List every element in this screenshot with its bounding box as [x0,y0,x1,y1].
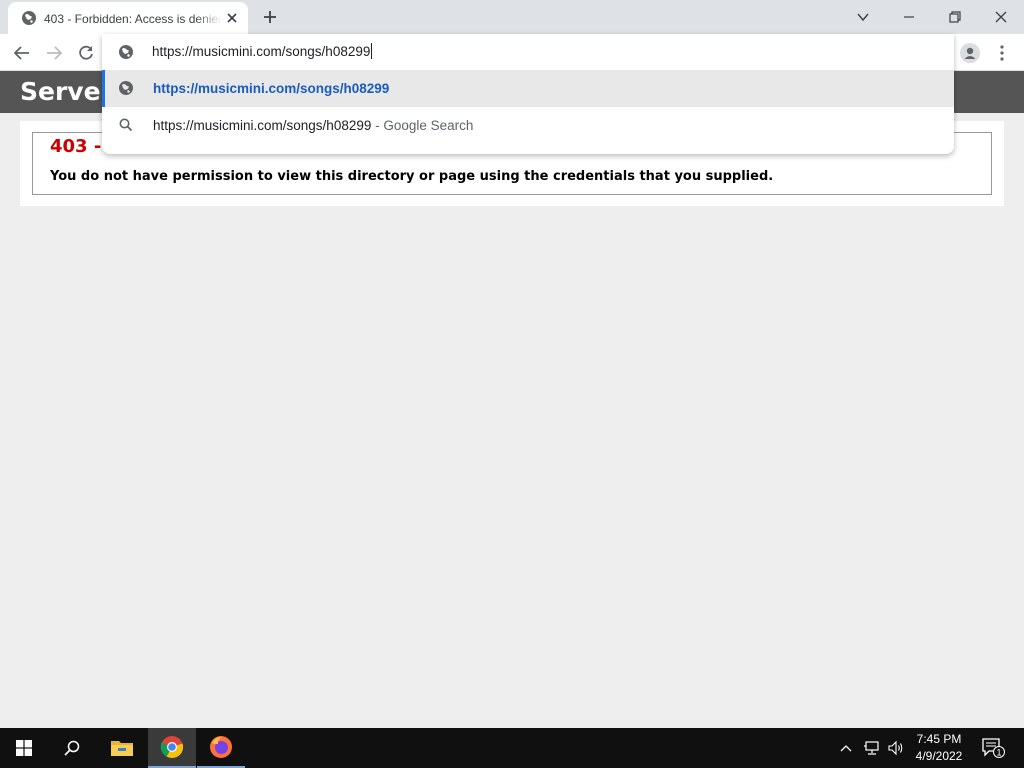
globe-icon [119,81,133,95]
kebab-menu-icon [1000,45,1004,61]
selection-indicator [102,70,105,107]
back-button[interactable] [8,39,36,67]
notification-icon: 1 [982,738,1005,758]
arrow-left-icon [13,46,29,60]
clock-time: 7:45 PM [916,732,962,746]
address-input-value: https://musicmini.com/songs/h08299 [152,44,371,59]
network-button[interactable] [860,728,884,768]
suggestion-search-text-wrap: https://musicmini.com/songs/h08299 - Goo… [153,116,473,136]
taskbar-search-button[interactable] [48,728,96,768]
taskbar-clock[interactable]: 7:45 PM 4/9/2022 [908,731,970,765]
windows-start-icon [16,740,32,756]
globe-icon [119,45,133,59]
restore-button[interactable] [932,0,978,34]
plus-icon[interactable] [260,7,280,27]
minimize-button[interactable] [886,0,932,34]
file-explorer-icon [111,741,133,756]
chrome-icon [160,736,184,759]
tab-title: 403 - Forbidden: Access is denied. [44,12,222,26]
close-icon[interactable] [224,10,240,26]
search-icon [119,118,133,132]
network-icon [864,741,879,755]
close-icon [995,11,1007,23]
taskbar-file-explorer[interactable] [98,728,146,768]
taskbar: 7:45 PM 4/9/2022 1 [0,728,1024,768]
suggestion-search-suffix: - Google Search [371,118,474,133]
volume-button[interactable] [884,728,908,768]
tab-strip: 403 - Forbidden: Access is denied. [0,0,1024,34]
search-icon [64,740,80,756]
error-message: You do not have permission to view this … [50,169,774,184]
profile-icon [960,43,980,63]
suggestion-url[interactable]: https://musicmini.com/songs/h08299 [102,70,954,107]
reload-icon [79,45,93,60]
chevron-up-icon [840,745,852,752]
show-hidden-icons-button[interactable] [836,728,856,768]
action-center-button[interactable]: 1 [978,728,1008,768]
address-input[interactable]: https://musicmini.com/songs/h08299 [152,42,373,62]
address-bar[interactable]: https://musicmini.com/songs/h08299 [102,34,954,70]
clock-date: 4/9/2022 [915,749,963,763]
forward-button[interactable] [40,39,68,67]
arrow-right-icon [47,46,63,60]
text-caret [371,43,373,59]
tab-search-button[interactable] [840,0,886,34]
chevron-down-icon [857,13,869,22]
firefox-icon [210,736,232,758]
minimize-icon [904,16,914,18]
volume-icon [888,740,903,756]
omnibox-popup: https://musicmini.com/songs/h08299 https… [102,34,954,154]
browser-menu-button[interactable] [988,39,1016,67]
notification-count: 1 [996,748,1001,758]
web-page: Server Error 403 - Forbidden: Access is … [0,71,1024,728]
taskbar-firefox[interactable] [197,728,245,768]
start-button[interactable] [0,728,48,768]
close-window-button[interactable] [978,0,1024,34]
restore-icon [949,11,961,23]
suggestion-search[interactable]: https://musicmini.com/songs/h08299 - Goo… [102,107,954,144]
profile-button[interactable] [956,39,984,67]
tab-403-forbidden[interactable]: 403 - Forbidden: Access is denied. [8,2,248,34]
suggestion-url-text: https://musicmini.com/songs/h08299 [153,81,390,96]
reload-button[interactable] [72,39,100,67]
suggestion-search-text: https://musicmini.com/songs/h08299 [153,118,372,133]
globe-icon [22,11,36,25]
taskbar-chrome[interactable] [148,728,196,768]
